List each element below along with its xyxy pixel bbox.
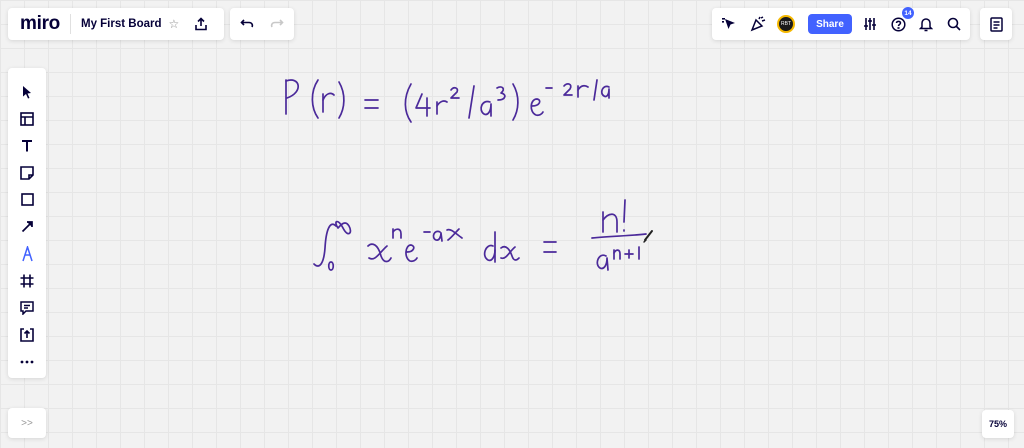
template-icon bbox=[20, 111, 34, 126]
board-notes-button[interactable] bbox=[980, 8, 1012, 40]
redo-button[interactable] bbox=[263, 10, 291, 38]
notification-badge: 14 bbox=[902, 7, 914, 19]
creation-toolbar bbox=[8, 68, 46, 378]
notes-icon bbox=[989, 16, 1003, 32]
bell-icon bbox=[919, 17, 933, 31]
board-canvas[interactable] bbox=[0, 0, 1024, 448]
sticky-note-icon bbox=[20, 165, 34, 180]
upload-tool[interactable] bbox=[13, 321, 41, 348]
divider bbox=[69, 14, 71, 34]
settings-button[interactable] bbox=[856, 10, 884, 38]
select-tool[interactable] bbox=[13, 78, 41, 105]
search-button[interactable] bbox=[940, 10, 968, 38]
more-tools-button[interactable] bbox=[13, 348, 41, 375]
undo-icon bbox=[240, 19, 253, 28]
export-icon bbox=[195, 17, 208, 31]
miro-logo[interactable]: miro bbox=[20, 13, 60, 35]
sticky-note-tool[interactable] bbox=[13, 159, 41, 186]
party-popper-icon bbox=[750, 16, 766, 32]
handwritten-equation-1[interactable] bbox=[285, 79, 610, 123]
pen-cursor-icon bbox=[643, 230, 653, 243]
square-icon bbox=[20, 193, 34, 206]
help-button[interactable]: 14 bbox=[884, 7, 914, 38]
more-icon bbox=[20, 360, 34, 363]
text-tool[interactable] bbox=[13, 132, 41, 159]
avatar: RBT bbox=[777, 15, 795, 33]
follow-cursor-button[interactable] bbox=[716, 10, 744, 38]
redo-icon bbox=[271, 19, 284, 28]
help-icon bbox=[890, 16, 906, 32]
export-button[interactable] bbox=[187, 10, 215, 38]
user-avatar[interactable]: RBT bbox=[772, 10, 800, 38]
star-icon[interactable]: ☆ bbox=[169, 17, 180, 31]
handwritten-equation-2[interactable] bbox=[313, 199, 647, 271]
undo-button[interactable] bbox=[233, 10, 261, 38]
undo-redo-group bbox=[230, 8, 294, 40]
text-icon bbox=[22, 140, 32, 152]
shape-tool[interactable] bbox=[13, 186, 41, 213]
pen-icon bbox=[21, 245, 33, 261]
cursor-icon bbox=[23, 85, 31, 98]
share-button[interactable]: Share bbox=[808, 14, 852, 34]
zoom-level-button[interactable]: 75% bbox=[982, 410, 1014, 438]
frame-icon bbox=[20, 274, 34, 287]
notifications-button[interactable] bbox=[912, 10, 940, 38]
upload-icon bbox=[20, 327, 34, 342]
board-name[interactable]: My First Board bbox=[81, 18, 162, 30]
expand-panel-button[interactable]: >> bbox=[8, 408, 46, 438]
comment-icon bbox=[20, 300, 34, 315]
celebrate-button[interactable] bbox=[744, 10, 772, 38]
connection-line-tool[interactable] bbox=[13, 213, 41, 240]
arrow-icon bbox=[21, 221, 33, 233]
search-icon bbox=[947, 17, 961, 31]
board-header: miro My First Board ☆ bbox=[8, 8, 224, 40]
templates-tool[interactable] bbox=[13, 105, 41, 132]
comment-tool[interactable] bbox=[13, 294, 41, 321]
frame-tool[interactable] bbox=[13, 267, 41, 294]
expand-chevron-icon: >> bbox=[21, 417, 33, 429]
sliders-icon bbox=[864, 18, 876, 30]
zoom-level: 75% bbox=[988, 419, 1007, 429]
collaboration-toolbar: RBT Share 14 bbox=[712, 7, 970, 40]
pen-tool[interactable] bbox=[13, 240, 41, 267]
cursor-follow-icon bbox=[722, 18, 735, 29]
